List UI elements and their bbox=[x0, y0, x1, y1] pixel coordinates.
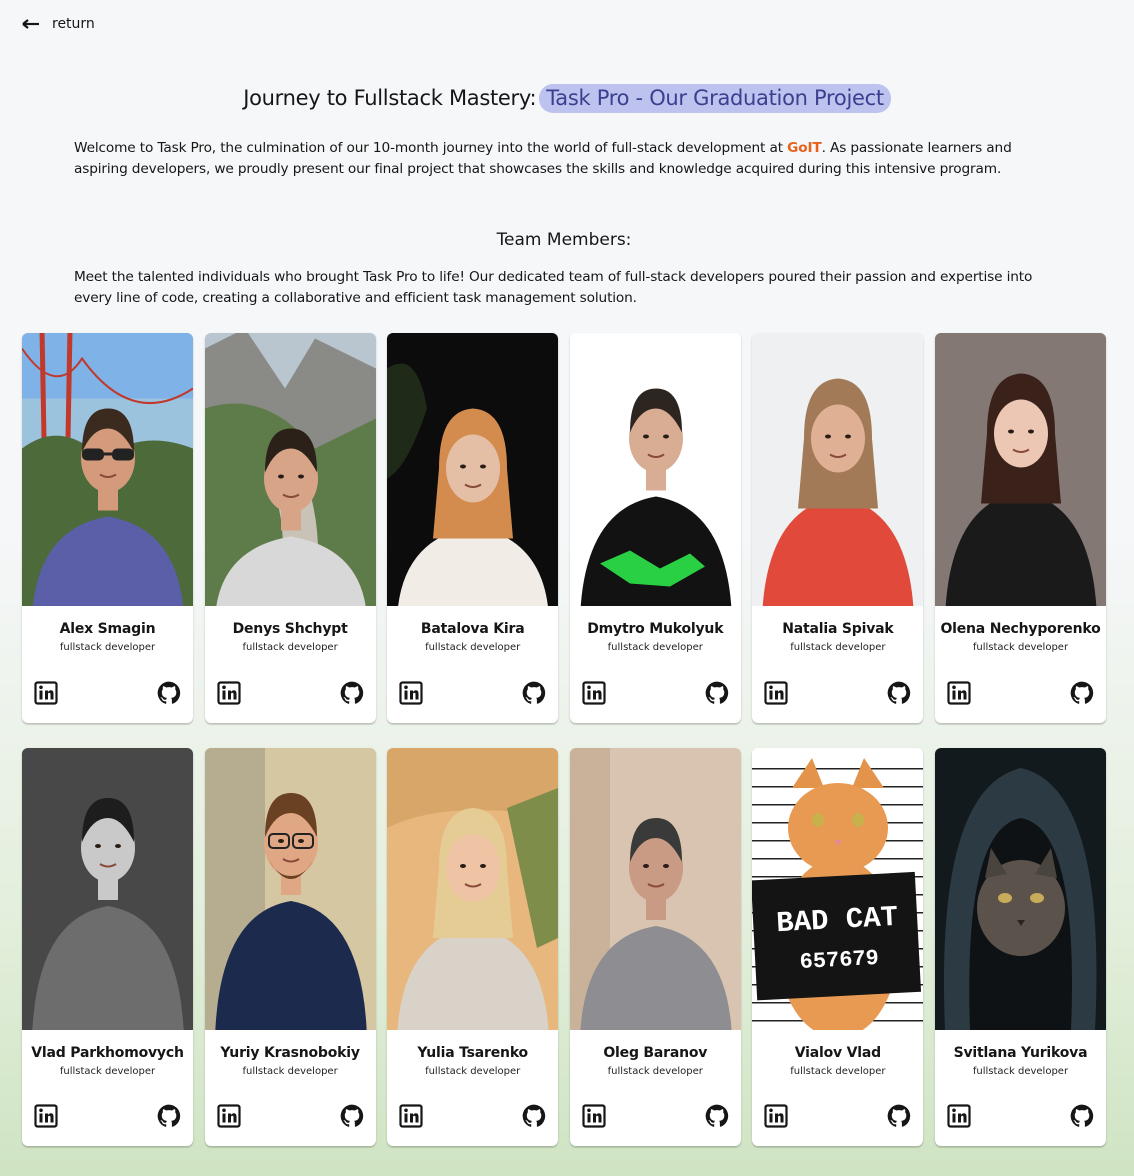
member-social-links bbox=[34, 681, 181, 705]
member-photo bbox=[22, 748, 193, 1030]
member-photo bbox=[752, 333, 924, 606]
member-name: Olena Nechyporenko bbox=[940, 621, 1101, 637]
member-role: fullstack developer bbox=[972, 1066, 1069, 1077]
mugshot-line1: BAD CAT bbox=[776, 901, 899, 940]
github-icon[interactable] bbox=[887, 1104, 911, 1128]
team-member-card: Svitlana Yurikova fullstack developer bbox=[934, 748, 1106, 1146]
team-member-card: Yuriy Krasnobokiy fullstack developer bbox=[204, 748, 376, 1146]
member-role: fullstack developer bbox=[242, 642, 338, 653]
title-highlight: Task Pro - Our Graduation Project bbox=[539, 84, 891, 113]
linkedin-icon[interactable] bbox=[34, 1104, 58, 1128]
github-icon[interactable] bbox=[522, 1104, 546, 1128]
brand-name: GoIT bbox=[787, 140, 822, 156]
linkedin-icon[interactable] bbox=[582, 681, 606, 705]
team-member-card: BAD CAT 657679 Vialov Vlad fullstack dev… bbox=[752, 748, 924, 1146]
github-icon[interactable] bbox=[705, 1104, 729, 1128]
member-photo bbox=[569, 748, 741, 1030]
team-member-card: Alex Smagin fullstack developer bbox=[22, 333, 193, 723]
member-name: Vialov Vlad bbox=[794, 1045, 881, 1061]
return-label: return bbox=[52, 16, 95, 32]
team-member-card: Oleg Baranov fullstack developer bbox=[569, 748, 741, 1146]
member-name: Dmytro Mukolyuk bbox=[587, 621, 724, 637]
team-member-card: Batalova Kira fullstack developer bbox=[387, 333, 559, 723]
member-name: Denys Shchypt bbox=[232, 621, 348, 637]
member-role: fullstack developer bbox=[790, 1066, 886, 1077]
member-social-links bbox=[764, 681, 911, 705]
linkedin-icon[interactable] bbox=[947, 1104, 971, 1128]
github-icon[interactable] bbox=[887, 681, 911, 705]
member-role: fullstack developer bbox=[59, 642, 156, 653]
member-photo bbox=[22, 333, 193, 606]
member-social-links bbox=[582, 1104, 729, 1128]
member-photo bbox=[569, 333, 741, 606]
team-member-card: Natalia Spivak fullstack developer bbox=[752, 333, 924, 723]
arrow-left-icon bbox=[22, 19, 40, 29]
member-role: fullstack developer bbox=[59, 1066, 156, 1077]
member-photo bbox=[934, 748, 1106, 1030]
linkedin-icon[interactable] bbox=[216, 681, 241, 705]
linkedin-icon[interactable] bbox=[399, 1104, 423, 1128]
page-title: Journey to Fullstack Mastery: Task Pro - … bbox=[0, 84, 1134, 113]
member-photo bbox=[387, 748, 559, 1030]
github-icon[interactable] bbox=[522, 681, 546, 705]
github-icon[interactable] bbox=[1070, 681, 1094, 705]
member-photo bbox=[934, 333, 1106, 606]
team-member-card: Yulia Tsarenko fullstack developer bbox=[387, 748, 559, 1146]
member-photo bbox=[204, 333, 376, 606]
member-role: fullstack developer bbox=[607, 642, 703, 653]
member-social-links bbox=[947, 1104, 1094, 1128]
github-icon[interactable] bbox=[705, 681, 729, 705]
title-prefix: Journey to Fullstack Mastery: bbox=[243, 86, 537, 110]
member-photo bbox=[204, 748, 376, 1030]
team-member-card: Vlad Parkhomovych fullstack developer bbox=[22, 748, 193, 1146]
member-social-links bbox=[399, 681, 546, 705]
member-photo: BAD CAT 657679 bbox=[752, 748, 924, 1030]
linkedin-icon[interactable] bbox=[34, 681, 58, 705]
member-social-links bbox=[34, 1104, 181, 1128]
member-role: fullstack developer bbox=[425, 642, 521, 653]
member-social-links bbox=[947, 681, 1094, 705]
github-icon[interactable] bbox=[340, 681, 364, 705]
mugshot-line2: 657679 bbox=[799, 946, 879, 975]
linkedin-icon[interactable] bbox=[947, 681, 971, 705]
intro-paragraph: Welcome to Task Pro, the culmination of … bbox=[74, 138, 1064, 180]
team-heading: Team Members: bbox=[496, 230, 632, 250]
member-name: Yuriy Krasnobokiy bbox=[220, 1045, 360, 1061]
intro-text-start: Welcome to Task Pro, the culmination of … bbox=[74, 140, 788, 156]
member-name: Yulia Tsarenko bbox=[417, 1045, 528, 1061]
member-role: fullstack developer bbox=[242, 1066, 338, 1077]
member-social-links bbox=[764, 1104, 911, 1128]
github-icon[interactable] bbox=[157, 681, 181, 705]
team-member-card: Dmytro Mukolyuk fullstack developer bbox=[569, 333, 741, 723]
member-social-links bbox=[216, 1104, 364, 1128]
member-social-links bbox=[399, 1104, 546, 1128]
member-role: fullstack developer bbox=[607, 1066, 703, 1077]
member-role: fullstack developer bbox=[425, 1066, 521, 1077]
member-name: Batalova Kira bbox=[420, 621, 525, 637]
member-social-links bbox=[582, 681, 729, 705]
linkedin-icon[interactable] bbox=[582, 1104, 606, 1128]
member-role: fullstack developer bbox=[972, 642, 1069, 653]
member-name: Oleg Baranov bbox=[603, 1045, 708, 1061]
github-icon[interactable] bbox=[340, 1104, 364, 1128]
member-name: Natalia Spivak bbox=[782, 621, 894, 637]
linkedin-icon[interactable] bbox=[216, 1104, 241, 1128]
team-member-card: Denys Shchypt fullstack developer bbox=[204, 333, 376, 723]
linkedin-icon[interactable] bbox=[399, 681, 423, 705]
team-cards-grid: Alex Smagin fullstack developer Denys Sh… bbox=[22, 333, 1106, 1146]
member-name: Vlad Parkhomovych bbox=[31, 1045, 184, 1061]
linkedin-icon[interactable] bbox=[764, 1104, 788, 1128]
member-name: Svitlana Yurikova bbox=[953, 1045, 1088, 1061]
member-role: fullstack developer bbox=[790, 642, 886, 653]
team-member-card: Olena Nechyporenko fullstack developer bbox=[934, 333, 1106, 723]
member-name: Alex Smagin bbox=[59, 621, 156, 637]
return-link[interactable]: return bbox=[22, 16, 95, 32]
member-photo bbox=[387, 333, 559, 606]
github-icon[interactable] bbox=[157, 1104, 181, 1128]
linkedin-icon[interactable] bbox=[764, 681, 788, 705]
member-social-links bbox=[216, 681, 364, 705]
github-icon[interactable] bbox=[1070, 1104, 1094, 1128]
team-description: Meet the talented individuals who brough… bbox=[74, 269, 1033, 306]
